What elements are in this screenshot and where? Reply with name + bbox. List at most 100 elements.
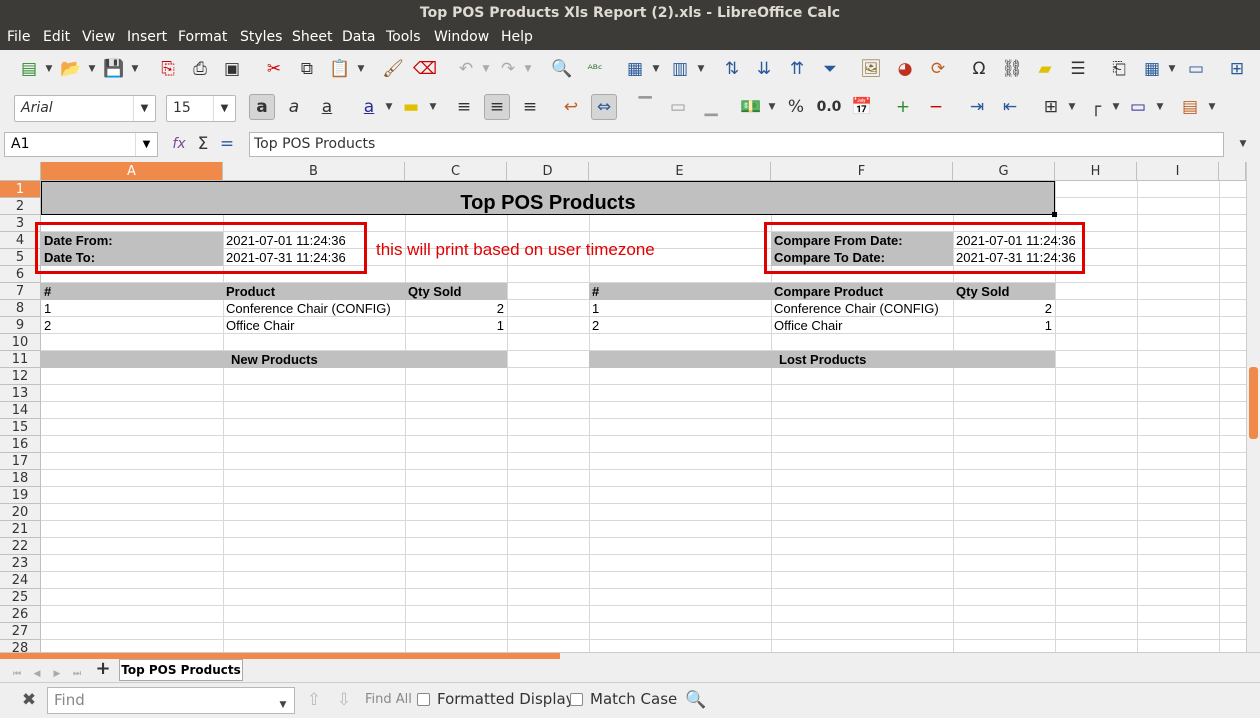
expand-formula-icon[interactable]: ▼	[1233, 131, 1253, 157]
table-row[interactable]: Conference Chair (CONFIG)	[774, 300, 939, 317]
right-header-number[interactable]: #	[592, 283, 599, 300]
font-name-combo[interactable]: Arial ▼	[14, 95, 156, 122]
row-header[interactable]: 14	[0, 402, 41, 419]
highlighting-color-icon[interactable]: ▬	[398, 94, 424, 120]
open-dropdown-icon[interactable]: ▼	[87, 56, 97, 82]
table-row[interactable]: 1	[592, 300, 599, 317]
vertical-scroll-thumb[interactable]	[1249, 367, 1258, 439]
conditional-dropdown-icon[interactable]: ▼	[1207, 94, 1217, 120]
column-header-f[interactable]: F	[771, 162, 953, 181]
formula-icon[interactable]: =	[214, 131, 240, 157]
bold-icon[interactable]: a	[249, 94, 275, 120]
find-all-button[interactable]: Find All	[365, 692, 412, 707]
find-dropdown-icon[interactable]: ▼	[276, 692, 290, 718]
menu-insert[interactable]: Insert	[127, 29, 167, 45]
align-right-icon[interactable]: ≡	[517, 94, 543, 120]
add-decimal-icon[interactable]: +	[890, 94, 916, 120]
table-row[interactable]: 2	[592, 317, 599, 334]
find-input[interactable]: Find	[47, 687, 295, 714]
column-header-c[interactable]: C	[405, 162, 507, 181]
menu-window[interactable]: Window	[434, 29, 489, 45]
pivot-table-icon[interactable]: ⟳	[925, 56, 951, 82]
highlight-dropdown-icon[interactable]: ▼	[428, 94, 438, 120]
increase-indent-icon[interactable]: ⇥	[964, 94, 990, 120]
border-color-icon[interactable]: ▭	[1125, 94, 1151, 120]
print-preview-icon[interactable]: ▣	[219, 56, 245, 82]
table-row[interactable]: 1	[44, 300, 51, 317]
row-header[interactable]: 22	[0, 538, 41, 555]
autofill-handle[interactable]	[1052, 212, 1057, 217]
menu-data[interactable]: Data	[342, 29, 375, 45]
paste-dropdown-icon[interactable]: ▼	[356, 56, 366, 82]
copy-icon[interactable]: ⧉	[294, 56, 320, 82]
row-header[interactable]: 9	[0, 317, 41, 334]
left-header-qty[interactable]: Qty Sold	[408, 283, 461, 300]
row-header[interactable]: 12	[0, 368, 41, 385]
row-header[interactable]: 23	[0, 555, 41, 572]
hyperlink-icon[interactable]: ⛓	[999, 56, 1025, 82]
column-header-i[interactable]: I	[1137, 162, 1219, 181]
find-next-icon[interactable]: ⇩	[331, 687, 357, 713]
menu-tools[interactable]: Tools	[386, 29, 421, 45]
redo-dropdown-icon[interactable]: ▼	[523, 56, 533, 82]
row-header[interactable]: 1	[0, 181, 41, 198]
paste-icon[interactable]: 📋	[327, 56, 353, 82]
column-header-extra[interactable]	[1219, 162, 1246, 181]
sheet-tab-top-pos-products[interactable]: Top POS Products	[119, 659, 243, 681]
export-pdf-icon[interactable]: ⎘	[155, 56, 181, 82]
number-format-icon[interactable]: 0.0	[816, 94, 842, 120]
font-size-dropdown-icon[interactable]: ▼	[213, 96, 235, 121]
menu-help[interactable]: Help	[501, 29, 533, 45]
print-icon[interactable]: ⎙	[187, 56, 213, 82]
currency-dropdown-icon[interactable]: ▼	[767, 94, 777, 120]
add-sheet-icon[interactable]: +	[90, 655, 116, 681]
left-header-number[interactable]: #	[44, 283, 51, 300]
autofilter-icon[interactable]: ⏷	[817, 56, 843, 82]
sort-icon[interactable]: ⇅	[719, 56, 745, 82]
row-header[interactable]: 10	[0, 334, 41, 351]
table-row[interactable]: 2	[405, 300, 504, 317]
row-dropdown-icon[interactable]: ▼	[651, 56, 661, 82]
row-header[interactable]: 19	[0, 487, 41, 504]
find-previous-icon[interactable]: ⇧	[301, 687, 327, 713]
border-style-icon[interactable]: ┌	[1083, 94, 1109, 120]
column-header-g[interactable]: G	[953, 162, 1055, 181]
currency-format-icon[interactable]: 💵	[738, 94, 764, 120]
name-box-dropdown-icon[interactable]: ▼	[135, 133, 157, 156]
find-replace-icon[interactable]: 🔍	[549, 56, 575, 82]
border-style-dropdown-icon[interactable]: ▼	[1111, 94, 1121, 120]
underline-icon[interactable]: a	[314, 94, 340, 120]
special-character-icon[interactable]: Ω	[966, 56, 992, 82]
column-dropdown-icon[interactable]: ▼	[696, 56, 706, 82]
conditional-format-icon[interactable]: ▤	[1177, 94, 1203, 120]
table-row[interactable]: Office Chair	[774, 317, 842, 334]
borders-icon[interactable]: ⊞	[1038, 94, 1064, 120]
row-header[interactable]: 27	[0, 623, 41, 640]
row-header[interactable]: 7	[0, 283, 41, 300]
column-header-d[interactable]: D	[507, 162, 589, 181]
row-header[interactable]: 11	[0, 351, 41, 368]
freeze-rows-icon[interactable]: ▦	[1139, 56, 1165, 82]
lost-products-header[interactable]: Lost Products	[779, 351, 866, 368]
show-draw-functions-icon[interactable]: ⊞	[1224, 56, 1250, 82]
define-print-area-icon[interactable]: ⎗	[1106, 56, 1132, 82]
redo-icon[interactable]: ↷	[495, 56, 521, 82]
row-header[interactable]: 20	[0, 504, 41, 521]
column-header-b[interactable]: B	[223, 162, 405, 181]
title-cell[interactable]: Top POS Products	[41, 181, 1055, 215]
horizontal-scroll-thumb[interactable]	[0, 653, 560, 659]
font-color-dropdown-icon[interactable]: ▼	[384, 94, 394, 120]
menu-styles[interactable]: Styles	[240, 29, 282, 45]
align-middle-icon[interactable]: ▭	[665, 94, 691, 120]
menu-format[interactable]: Format	[178, 29, 227, 45]
menu-edit[interactable]: Edit	[43, 29, 70, 45]
table-row[interactable]: 1	[953, 317, 1052, 334]
row-header[interactable]: 13	[0, 385, 41, 402]
find-replace-dialog-icon[interactable]: 🔍	[683, 687, 709, 713]
clear-formatting-icon[interactable]: ⌫	[412, 56, 438, 82]
new-products-header[interactable]: New Products	[231, 351, 318, 368]
table-row[interactable]: 2	[953, 300, 1052, 317]
clone-formatting-icon[interactable]: 🖌	[380, 56, 406, 82]
align-center-icon[interactable]: ≡	[484, 94, 510, 120]
row-header[interactable]: 18	[0, 470, 41, 487]
